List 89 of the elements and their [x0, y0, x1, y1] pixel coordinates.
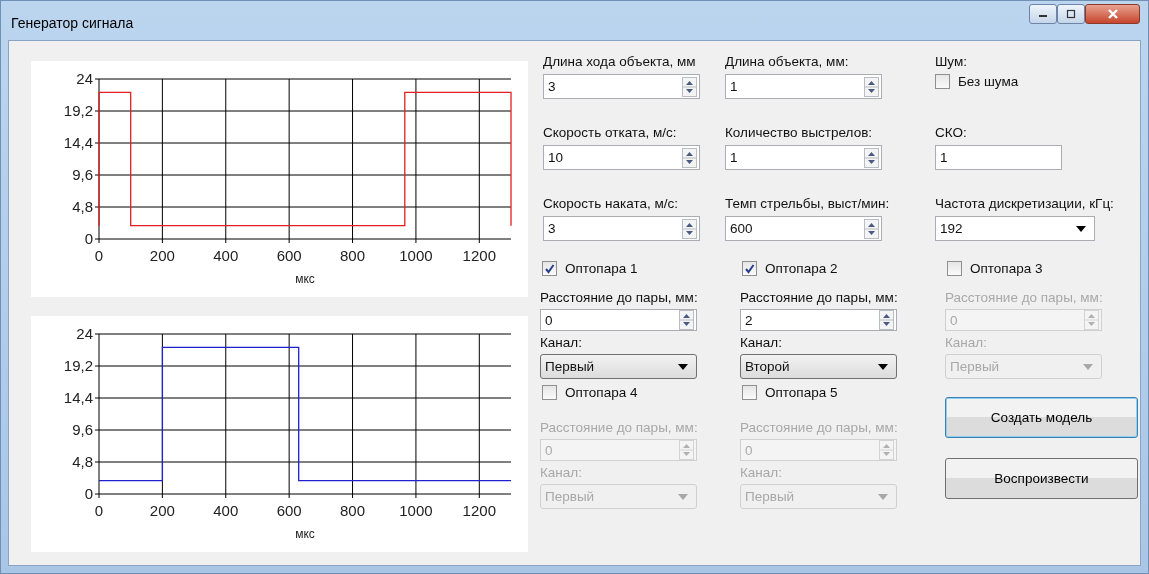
maximize-icon — [1065, 9, 1077, 19]
x-tick-label: 600 — [276, 247, 302, 264]
x-tick-label: 0 — [94, 502, 104, 519]
dropdown-arrow-icon — [1083, 363, 1093, 370]
spinner-icon[interactable] — [879, 310, 894, 330]
x-tick-label: 800 — [340, 502, 366, 519]
checkbox[interactable]: Оптопара 1 — [542, 261, 740, 276]
y-tick-label: 24 — [76, 325, 93, 342]
minimize-button[interactable] — [1029, 4, 1057, 24]
x-tick-label: 400 — [213, 247, 239, 264]
check-icon — [744, 263, 755, 274]
y-tick-label: 0 — [84, 485, 93, 502]
spin-field[interactable]: 10 — [543, 145, 700, 170]
y-tick-label: 0 — [84, 230, 93, 247]
y-tick-label: 9,6 — [72, 421, 93, 438]
x-tick-label: 1000 — [399, 247, 433, 264]
x-tick-label: 1200 — [462, 247, 496, 264]
spin-field[interactable]: 1 — [725, 74, 882, 99]
x-tick-label: 400 — [213, 502, 239, 519]
field-label: Канал: — [740, 335, 783, 350]
checkbox[interactable]: Оптопара 2 — [742, 261, 945, 276]
field-label: Канал: — [540, 465, 583, 480]
input-field[interactable]: 1 — [935, 145, 1062, 170]
field-label: Длина хода объекта, мм — [543, 54, 697, 69]
action-button[interactable]: Создать модель — [945, 397, 1138, 438]
spinner-icon[interactable] — [679, 310, 694, 330]
dropdown-arrow-icon — [678, 363, 688, 370]
action-button[interactable]: Воспроизвести — [945, 458, 1138, 499]
field-label: Канал: — [740, 465, 783, 480]
x-tick-label: 200 — [149, 502, 175, 519]
y-tick-label: 9,6 — [72, 166, 93, 183]
spinner-icon[interactable] — [864, 147, 879, 168]
checkbox[interactable]: Оптопара 3 — [947, 261, 1145, 276]
y-tick-label: 14,4 — [63, 134, 93, 151]
field-label: СКО: — [935, 125, 968, 140]
field-label: Скорость отката, м/с: — [543, 125, 678, 140]
dropdown-arrow-icon — [878, 363, 888, 370]
field-label: Расстояние до пары, мм: — [540, 290, 699, 305]
x-axis-label: мкс — [295, 272, 315, 286]
field-label: Темп стрельбы, выст/мин: — [725, 196, 891, 211]
y-tick-label: 24 — [76, 70, 93, 87]
spinner-icon[interactable] — [864, 218, 879, 239]
close-button[interactable] — [1085, 4, 1140, 24]
spin-field[interactable]: 1 — [725, 145, 882, 170]
field-label: Канал: — [945, 335, 988, 350]
checkbox[interactable]: Оптопара 4 — [542, 385, 740, 400]
dropdown-arrow-icon — [878, 493, 888, 500]
y-tick-label: 4,8 — [72, 453, 93, 470]
dropdown[interactable]: Первый — [540, 354, 697, 379]
field-label: Расстояние до пары, мм: — [740, 290, 899, 305]
x-tick-label: 0 — [94, 247, 104, 264]
x-tick-label: 600 — [276, 502, 302, 519]
spin-field[interactable]: 600 — [725, 216, 882, 241]
spin-field[interactable]: 0 — [540, 309, 697, 331]
x-tick-label: 800 — [340, 247, 366, 264]
y-tick-label: 19,2 — [63, 357, 93, 374]
field-label: Канал: — [540, 335, 583, 350]
x-tick-label: 1200 — [462, 502, 496, 519]
field-label: Скорость наката, м/с: — [543, 196, 679, 211]
dropdown[interactable]: 192 — [935, 216, 1095, 241]
y-tick-label: 19,2 — [63, 102, 93, 119]
spin-field[interactable]: 3 — [543, 74, 700, 99]
field-label: Шум: — [935, 54, 968, 69]
checkbox[interactable]: Оптопара 5 — [742, 385, 945, 400]
spinner-icon[interactable] — [864, 76, 879, 97]
field-label: Расстояние до пары, мм: — [740, 420, 899, 435]
maximize-button[interactable] — [1057, 4, 1085, 24]
field-label: Частота дискретизации, кГц: — [935, 196, 1115, 211]
window-title: Генератор сигнала — [11, 15, 134, 31]
close-icon — [1105, 8, 1120, 20]
dropdown-arrow-icon — [678, 493, 688, 500]
spinner-icon[interactable] — [682, 218, 697, 239]
spin-field[interactable]: 2 — [740, 309, 897, 331]
spinner-icon[interactable] — [682, 76, 697, 97]
x-tick-label: 1000 — [399, 502, 433, 519]
y-tick-label: 4,8 — [72, 198, 93, 215]
field-label: Расстояние до пары, мм: — [540, 420, 699, 435]
check-icon — [544, 263, 555, 274]
dropdown-arrow-icon — [1076, 225, 1086, 232]
x-axis-label: мкс — [295, 527, 315, 541]
field-label: Количество выстрелов: — [725, 125, 874, 140]
y-tick-label: 14,4 — [63, 389, 93, 406]
field-label: Длина объекта, мм: — [725, 54, 850, 69]
x-tick-label: 200 — [149, 247, 175, 264]
checkbox[interactable]: Без шума — [935, 74, 1148, 89]
spinner-icon[interactable] — [682, 147, 697, 168]
field-label: Расстояние до пары, мм: — [945, 290, 1104, 305]
spin-field[interactable]: 3 — [543, 216, 700, 241]
dropdown[interactable]: Второй — [740, 354, 897, 379]
